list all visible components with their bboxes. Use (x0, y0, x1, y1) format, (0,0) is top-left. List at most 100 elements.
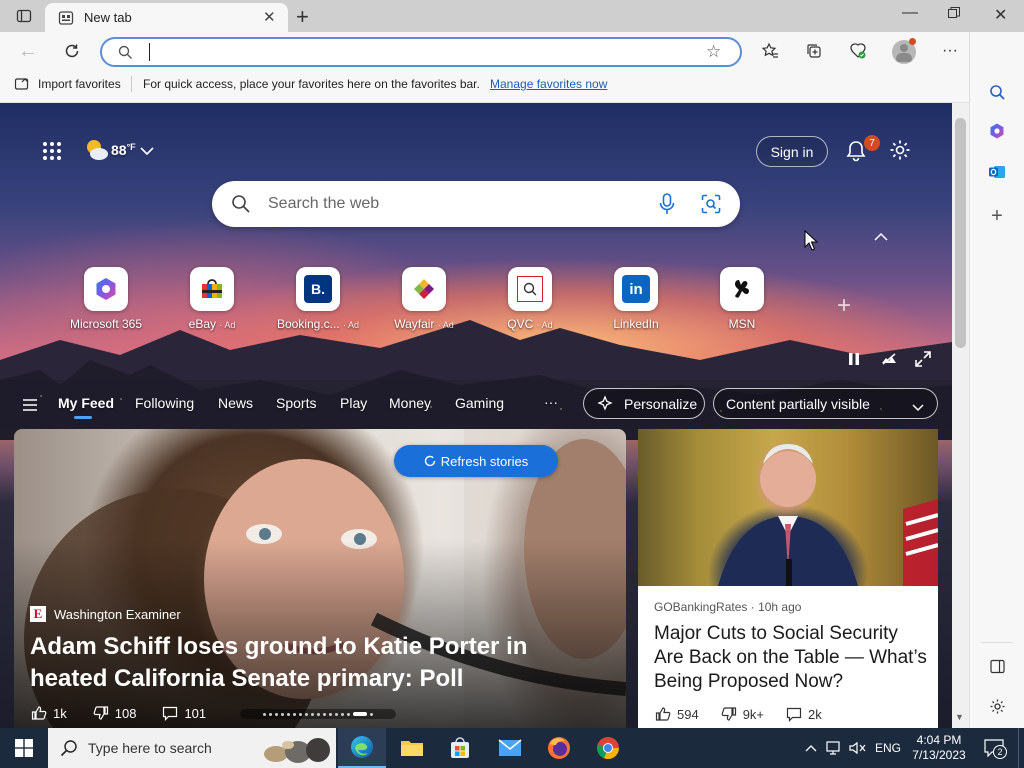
tab-following[interactable]: Following (135, 395, 194, 411)
tab-news[interactable]: News (218, 395, 253, 411)
window-close-button[interactable]: ✕ (994, 5, 1007, 25)
sidebar-hide-icon[interactable] (981, 650, 1013, 682)
visual-search-icon[interactable] (701, 194, 721, 219)
favorites-icon[interactable] (754, 35, 786, 67)
image-info-icon[interactable] (881, 352, 897, 371)
volume-muted-icon[interactable] (848, 728, 868, 768)
featured-reactions: 1k 108 101 (31, 705, 206, 721)
address-bar[interactable]: ☆ (100, 37, 742, 67)
tab-title: New tab (84, 10, 132, 25)
taskbar-store-icon[interactable] (436, 728, 484, 768)
washington-examiner-logo-icon: E (30, 606, 46, 622)
sidebar-microsoft365-icon[interactable] (981, 115, 1013, 147)
clock-date: 7/13/2023 (912, 748, 966, 762)
booking-icon: B. (296, 267, 340, 311)
sign-in-button[interactable]: Sign in (756, 136, 828, 167)
add-quicklink-plus-icon[interactable]: + (837, 292, 851, 320)
tab-actions-icon[interactable] (8, 0, 40, 32)
weather-sun-cloud-icon[interactable] (84, 138, 110, 167)
tab-money[interactable]: Money (389, 395, 431, 411)
weather-temperature[interactable]: 88°F (111, 142, 136, 158)
tab-gaming[interactable]: Gaming (455, 395, 504, 411)
sidebar-search-icon[interactable] (981, 76, 1013, 108)
taskbar-file-explorer-icon[interactable] (388, 728, 436, 768)
content-visibility-dropdown[interactable]: Content partially visible (713, 388, 938, 419)
secondary-source[interactable]: GOBankingRates (654, 600, 747, 614)
minimize-button[interactable]: — (902, 4, 918, 22)
web-search-input[interactable]: Search the web (268, 195, 379, 213)
quicklink-ebay[interactable]: eBay · Ad (167, 267, 257, 331)
import-favorites-button[interactable]: Import favorites (38, 77, 121, 91)
favorite-star-icon[interactable]: ☆ (706, 42, 721, 62)
tab-sports[interactable]: Sports (276, 395, 316, 411)
pause-background-icon[interactable] (847, 352, 861, 371)
settings-more-icon[interactable]: ··· (934, 35, 966, 67)
sidebar-settings-gear-icon[interactable] (981, 690, 1013, 722)
more-tabs-button[interactable]: ··· (544, 394, 558, 410)
expand-background-icon[interactable] (915, 351, 931, 372)
dislike-thumbs-down-icon[interactable] (93, 705, 109, 721)
comment-bubble-icon[interactable] (786, 706, 802, 722)
tab-my-feed[interactable]: My Feed (58, 395, 114, 411)
voice-search-mic-icon[interactable] (659, 193, 675, 220)
sidebar-outlook-icon[interactable] (981, 156, 1013, 188)
like-thumbs-up-icon[interactable] (655, 706, 671, 722)
quicklink-booking[interactable]: B. Booking.c... · Ad (273, 267, 363, 331)
profile-avatar[interactable] (892, 38, 916, 64)
scroll-down-arrow-icon[interactable]: ▼ (955, 712, 964, 722)
search-icon (118, 45, 133, 65)
personalize-button[interactable]: Personalize (583, 388, 705, 419)
quicklink-label: Microsoft 365 (69, 317, 143, 331)
quicklink-microsoft365[interactable]: Microsoft 365 (61, 267, 151, 331)
tab-play[interactable]: Play (340, 395, 367, 411)
quicklink-msn[interactable]: MSN (697, 267, 787, 331)
ad-label: · Ad (343, 320, 360, 330)
taskbar-search-box[interactable]: Type here to search (48, 728, 336, 768)
dropdown-chevron-down-icon (912, 399, 924, 415)
input-language[interactable]: ENG (872, 728, 904, 768)
apps-launcher-icon[interactable] (42, 141, 62, 166)
taskbar-clock[interactable]: 4:04 PM 7/13/2023 (908, 728, 970, 768)
collapse-quicklinks-chevron-up-icon[interactable] (874, 229, 888, 247)
taskbar-mail-icon[interactable] (486, 728, 534, 768)
collections-icon[interactable] (798, 35, 830, 67)
restore-button[interactable] (948, 6, 960, 24)
windows-start-icon[interactable] (0, 728, 48, 768)
like-thumbs-up-icon[interactable] (31, 705, 47, 721)
feed-menu-hamburger-icon[interactable] (22, 398, 38, 416)
web-search-box[interactable]: Search the web (212, 181, 740, 227)
quicklink-qvc[interactable]: QVC · Ad (485, 267, 575, 331)
comment-bubble-icon[interactable] (162, 705, 178, 721)
taskbar-chrome-icon[interactable] (584, 728, 632, 768)
featured-headline[interactable]: Adam Schiff loses ground to Katie Porter… (30, 631, 610, 695)
secondary-time: 10h ago (758, 600, 802, 614)
manage-favorites-link[interactable]: Manage favorites now (490, 77, 607, 91)
quicklink-wayfair[interactable]: Wayfair · Ad (379, 267, 469, 331)
refresh-stories-button[interactable]: Refresh stories (394, 445, 558, 477)
tab-close-icon[interactable]: ✕ (263, 8, 276, 26)
dislike-thumbs-down-icon[interactable] (721, 706, 737, 722)
quicklink-linkedin[interactable]: in LinkedIn (591, 267, 681, 331)
featured-source[interactable]: Washington Examiner (54, 607, 181, 622)
show-hidden-icons-chevron-up-icon[interactable] (802, 728, 820, 768)
refresh-button[interactable] (56, 35, 88, 67)
ad-label: · Ad (437, 320, 454, 330)
weather-chevron-down-icon[interactable] (140, 143, 154, 159)
taskbar-search-input[interactable]: Type here to search (88, 740, 212, 756)
scrollbar-thumb[interactable] (955, 118, 966, 348)
network-icon[interactable] (824, 728, 844, 768)
show-desktop-button[interactable] (1018, 728, 1024, 768)
quicklink-label: Wayfair (394, 317, 435, 331)
dislike-count: 9k+ (742, 706, 765, 722)
page-settings-gear-icon[interactable] (889, 139, 911, 166)
sidebar-add-icon[interactable]: + (981, 200, 1013, 232)
taskbar-edge-icon[interactable] (338, 728, 386, 768)
new-tab-button[interactable]: + (296, 4, 309, 30)
secondary-headline[interactable]: Major Cuts to Social Security Are Back o… (654, 622, 930, 694)
back-button[interactable]: ← (12, 35, 44, 67)
carousel-pagination[interactable] (240, 709, 396, 719)
active-tab-indicator (74, 416, 92, 419)
taskbar-firefox-icon[interactable] (535, 728, 583, 768)
tab-new-tab[interactable]: New tab ✕ (45, 3, 288, 32)
browser-essentials-icon[interactable] (842, 35, 874, 67)
